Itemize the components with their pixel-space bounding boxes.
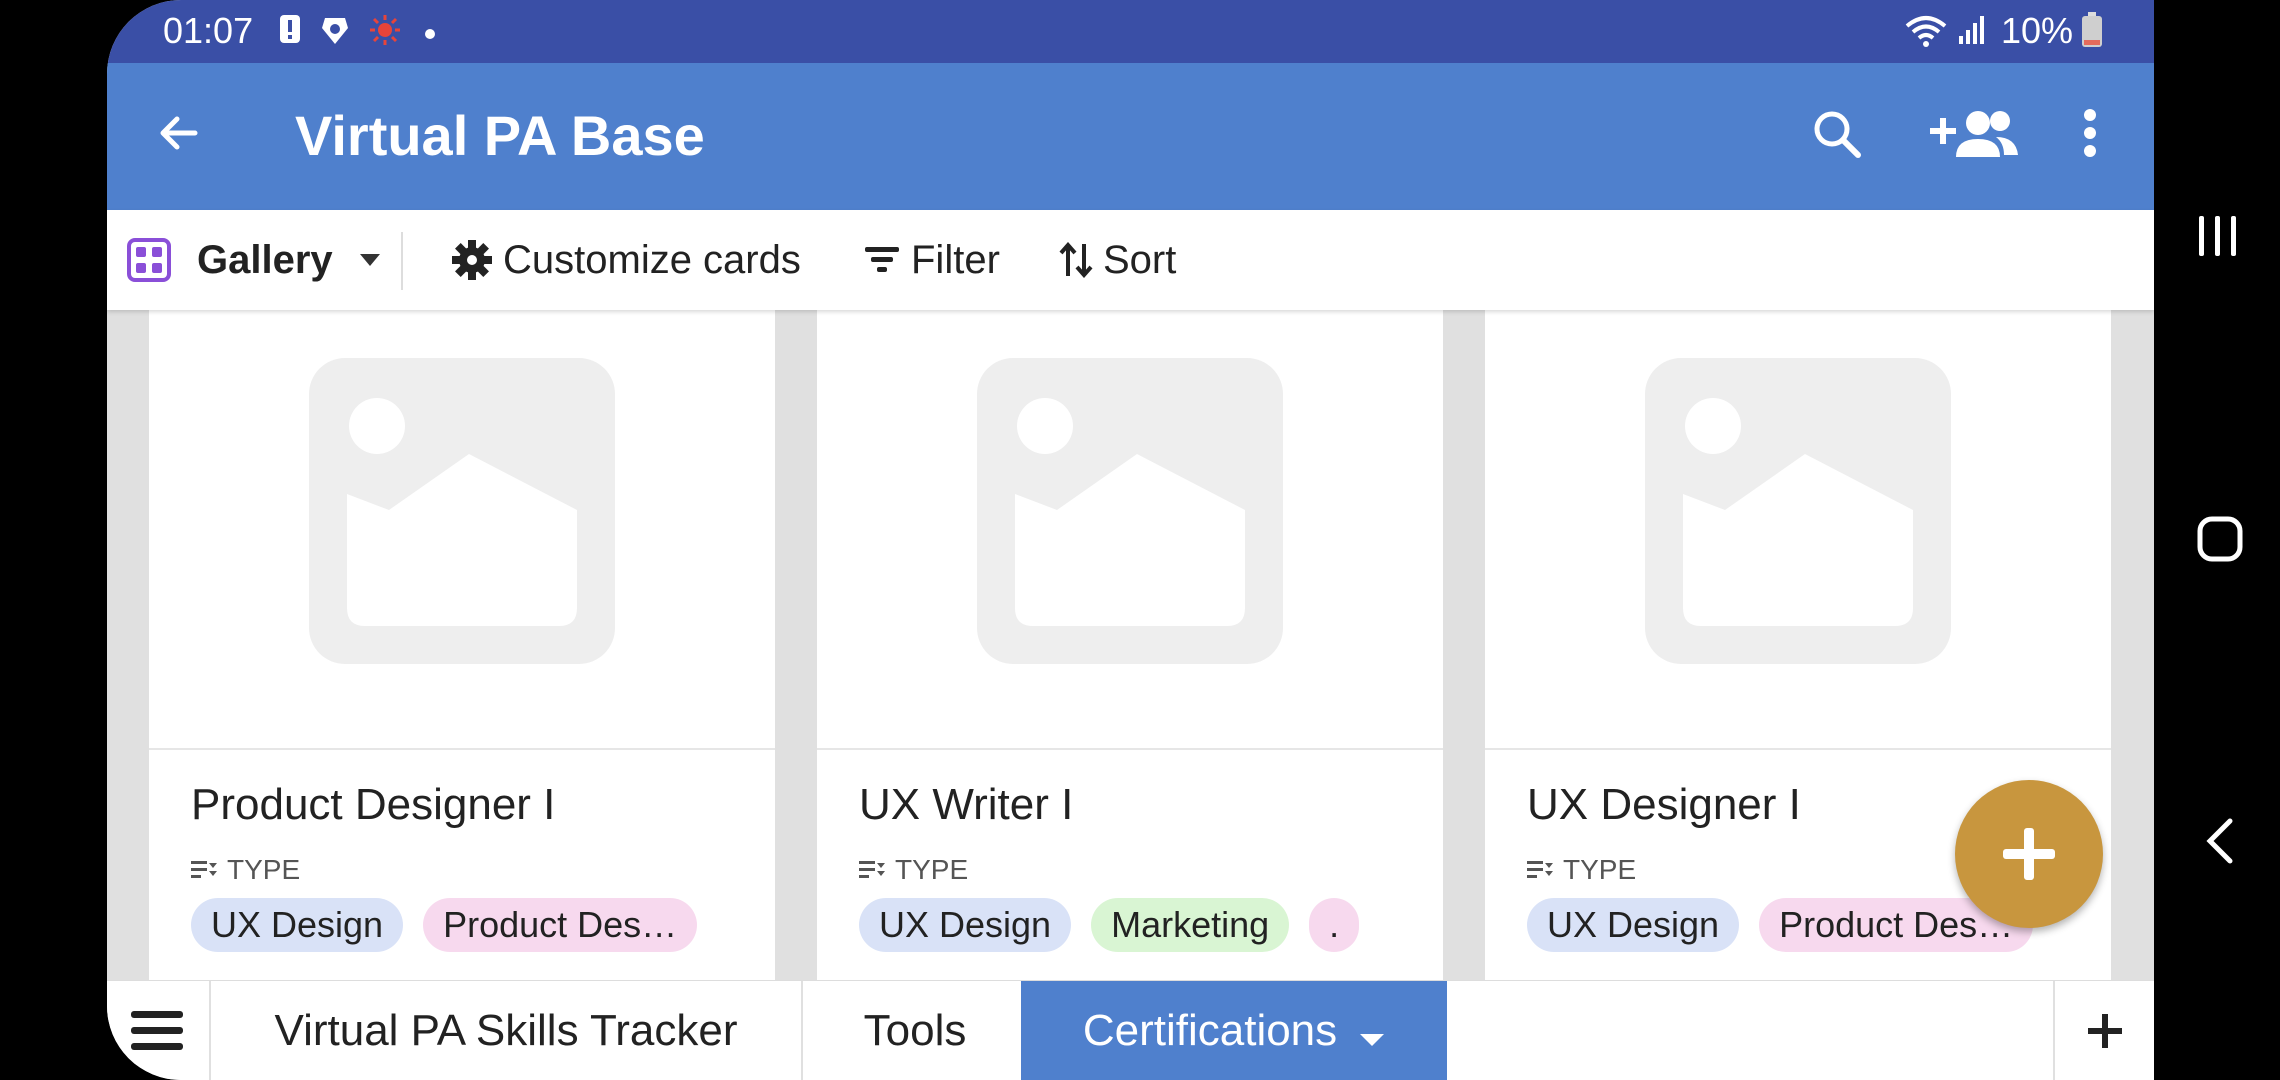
tag-product-design: Product Des…	[423, 898, 698, 952]
tag-overflow: .	[1309, 898, 1360, 952]
more-vert-icon[interactable]	[2082, 107, 2098, 164]
image-placeholder-icon	[309, 358, 615, 664]
view-name: Gallery	[197, 237, 333, 282]
field-label-type: TYPE	[191, 854, 300, 886]
filter-icon	[865, 247, 899, 272]
add-record-fab[interactable]	[1955, 780, 2103, 928]
tab-certifications-label: Certifications	[1082, 1006, 1338, 1055]
sort-label: Sort	[1103, 237, 1177, 282]
customize-cards-button[interactable]: Customize cards	[451, 210, 801, 310]
toolbar-divider	[401, 232, 403, 290]
signal-icon	[1957, 14, 1987, 51]
home-icon[interactable]	[2197, 516, 2243, 562]
battery-icon	[2081, 12, 2103, 53]
add-table-button[interactable]	[2053, 981, 2154, 1080]
battery-percentage: 10%	[2001, 10, 2074, 51]
tag-marketing: Marketing	[1091, 898, 1290, 952]
view-toolbar: Gallery Customize cards Filter Sort	[107, 210, 2154, 310]
base-title: Virtual PA Base	[295, 104, 705, 167]
customize-cards-label: Customize cards	[503, 237, 801, 282]
app-bar: Virtual PA Base	[107, 63, 2154, 210]
filter-button[interactable]: Filter	[863, 210, 1000, 310]
plus-icon	[2003, 828, 2055, 880]
dot-notification-icon	[425, 26, 435, 44]
card-title: Product Designer I	[191, 780, 556, 829]
image-placeholder-icon	[1645, 358, 1951, 664]
tables-menu-button[interactable]	[107, 981, 211, 1080]
add-person-icon[interactable]	[1930, 109, 2018, 164]
gallery-view-switcher[interactable]: Gallery	[127, 210, 391, 310]
image-placeholder-icon	[977, 358, 1283, 664]
card-image-area	[817, 310, 1443, 750]
card-image-area	[1485, 310, 2111, 750]
card-tags: UX Design Marketing .	[859, 898, 1360, 952]
gear-icon	[452, 240, 492, 280]
card-image-area	[149, 310, 775, 750]
nav-back-icon[interactable]	[2204, 818, 2234, 864]
tab-certifications[interactable]: Certifications	[1021, 981, 1447, 1080]
record-card[interactable]: Product Designer I TYPE UX Design Produc…	[149, 310, 775, 980]
back-arrow-icon[interactable]	[155, 109, 203, 162]
tag-ux-design: UX Design	[191, 898, 404, 952]
card-title: UX Writer I	[859, 780, 1074, 829]
card-tags: UX Design Product Des…	[191, 898, 698, 952]
multiselect-field-icon	[1527, 861, 1553, 878]
multiselect-field-icon	[191, 861, 217, 878]
status-time: 01:07	[163, 10, 254, 51]
system-navigation-bar	[2154, 0, 2280, 1080]
tag-ux-design: UX Design	[1527, 898, 1740, 952]
record-card[interactable]: UX Writer I TYPE UX Design Marketing .	[817, 310, 1443, 980]
brave-browser-icon	[319, 14, 351, 51]
sun-notification-icon	[369, 14, 401, 51]
tab-tools[interactable]: Tools	[803, 981, 1029, 1080]
hamburger-icon	[131, 1011, 183, 1050]
table-tabs-bar: Virtual PA Skills Tracker Tools Certific…	[107, 980, 2154, 1080]
gallery-grid-icon	[127, 238, 171, 282]
sort-icon	[1059, 242, 1093, 278]
app-screen: 01:07 10% Virtual PA Base Gallery Custom…	[107, 0, 2154, 1080]
tab-virtual-pa-skills-tracker[interactable]: Virtual PA Skills Tracker	[211, 981, 803, 1080]
tag-ux-design: UX Design	[859, 898, 1072, 952]
chevron-down-icon	[1359, 983, 1385, 1080]
wifi-icon	[1905, 14, 1947, 53]
sort-button[interactable]: Sort	[1059, 210, 1176, 310]
multiselect-field-icon	[859, 861, 885, 878]
alert-notification-icon	[279, 14, 301, 49]
chevron-down-icon	[359, 254, 380, 266]
field-label-type: TYPE	[859, 854, 968, 886]
card-title: UX Designer I	[1527, 780, 1801, 829]
filter-label: Filter	[911, 237, 1000, 282]
card-tags: UX Design Product Des…	[1527, 898, 2034, 952]
recent-apps-icon[interactable]	[2197, 214, 2239, 258]
search-icon[interactable]	[1810, 107, 1864, 166]
field-label-type: TYPE	[1527, 854, 1636, 886]
status-bar: 01:07 10%	[107, 0, 2154, 63]
plus-icon	[2088, 1014, 2122, 1048]
